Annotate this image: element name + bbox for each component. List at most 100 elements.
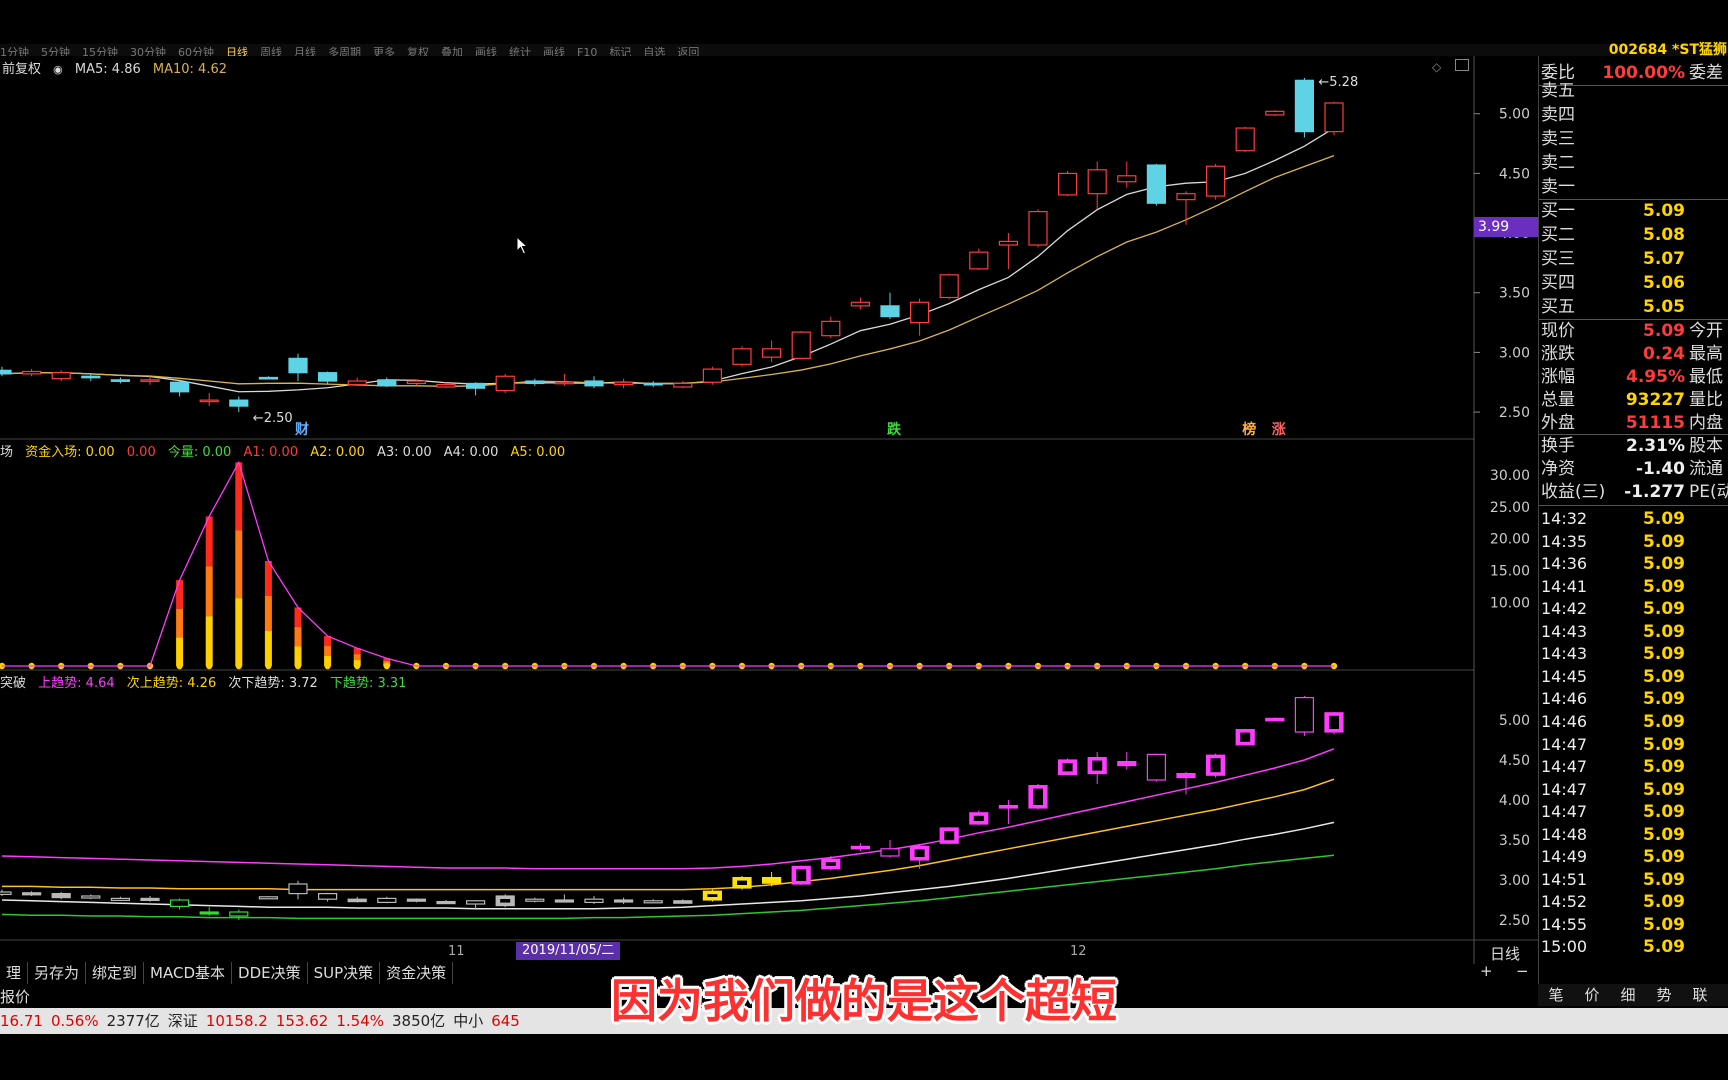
candle-body[interactable] [673, 382, 693, 388]
stock-code: 002684 *ST猛狮 [1608, 42, 1727, 58]
stats-row-2: 收益(三) -1.277 PE(动 [1539, 481, 1728, 503]
candle-body[interactable] [761, 348, 782, 358]
candle-body[interactable] [170, 381, 190, 393]
candle-body[interactable] [1057, 172, 1078, 196]
candle-body[interactable] [140, 379, 160, 382]
candle-body[interactable] [702, 368, 723, 383]
diamond-icon[interactable]: ◇ [1432, 60, 1441, 74]
trend-candle-body [406, 898, 426, 902]
toolbar-tool-0[interactable]: 复权 [407, 46, 429, 56]
candle-body[interactable] [1205, 165, 1226, 197]
toolbar-period-6[interactable]: 周线 [260, 46, 282, 56]
toolbar-tool-6[interactable]: 标记 [609, 46, 631, 56]
money-dot [383, 662, 390, 670]
candle-body[interactable] [732, 348, 752, 365]
candle-body[interactable] [613, 381, 634, 386]
event-marker[interactable]: 榜 [1242, 421, 1256, 438]
candle-body[interactable] [1028, 210, 1048, 246]
money-line [2, 460, 1334, 667]
trade-price: 5.09 [1643, 734, 1685, 755]
adjust-mode[interactable]: 前复权 [2, 62, 41, 77]
toolbar-period-0[interactable]: 1分钟 [0, 46, 29, 56]
toolbar-tool-1[interactable]: 叠加 [441, 46, 463, 56]
candle-body[interactable] [998, 240, 1019, 246]
candle-body[interactable] [969, 251, 989, 270]
candle-body[interactable] [436, 384, 456, 388]
down2-trend-label: 次下趋势: 3.72 [228, 676, 318, 691]
event-marker[interactable]: 财 [294, 421, 309, 438]
candle-body[interactable] [525, 380, 545, 385]
a2-label: A2: 0.00 [310, 445, 365, 460]
settings-icon[interactable]: ◉ [53, 63, 63, 76]
candle-body[interactable] [81, 375, 101, 379]
trend-candle-body [258, 896, 278, 900]
candle-body[interactable] [791, 331, 811, 359]
candle-body[interactable] [229, 399, 249, 407]
toolbar-tool-5[interactable]: F10 [577, 46, 597, 56]
toolbar-period-8[interactable]: 多周期 [328, 46, 361, 56]
toolbar-tool-2[interactable]: 画线 [475, 46, 497, 56]
quote-row-3: 总量 93227 量比 [1539, 389, 1728, 411]
candle-body[interactable] [880, 305, 900, 318]
candle-body[interactable] [110, 379, 131, 382]
candle-body[interactable] [466, 382, 486, 389]
toolbar-period-1[interactable]: 5分钟 [41, 46, 70, 56]
candle-body[interactable] [1176, 193, 1196, 201]
main-ytick: 3.50 [1499, 286, 1530, 302]
candle-body[interactable] [1294, 79, 1315, 133]
candle-body[interactable] [584, 380, 604, 387]
toolbar-tool-3[interactable]: 统计 [509, 46, 531, 56]
candle-body[interactable] [939, 274, 959, 299]
trade-price: 5.09 [1643, 531, 1685, 552]
candle-body[interactable] [347, 380, 367, 386]
quote-extra: 内盘 [1689, 413, 1723, 433]
toolbar-period-4[interactable]: 60分钟 [178, 46, 214, 56]
candle-body[interactable] [643, 382, 663, 386]
toolbar-period-7[interactable]: 月线 [294, 46, 316, 56]
kline-chart[interactable]: 5.00 4.50 4.00 3.50 3.00 2.50 ←5.28 ←2.50财 跌 榜涨 30… [0, 56, 1538, 964]
candle-body[interactable] [495, 375, 515, 392]
toolbar-period-3[interactable]: 30分钟 [130, 46, 166, 56]
toolbar-period-2[interactable]: 15分钟 [82, 46, 118, 56]
candle-body[interactable] [1235, 127, 1255, 152]
candle-body[interactable] [199, 399, 219, 403]
candle-body[interactable] [288, 357, 308, 374]
toolbar-tool-4[interactable]: 画线 [543, 46, 565, 56]
candle-body[interactable] [821, 320, 841, 337]
period-label[interactable]: 日线 [1490, 943, 1520, 964]
event-marker[interactable]: 跌 [887, 422, 902, 438]
candle-body[interactable] [909, 301, 930, 324]
layout-icon[interactable] [1455, 59, 1469, 71]
candle-body[interactable] [377, 379, 397, 387]
trade-time: 14:36 [1541, 554, 1588, 574]
toolbar-period-9[interactable]: 更多 [373, 46, 395, 56]
mouse-cursor-icon [516, 236, 529, 255]
candle-body[interactable] [258, 376, 278, 380]
candle-body[interactable] [554, 381, 575, 385]
candle-body[interactable] [22, 370, 42, 375]
candle-body[interactable] [318, 372, 338, 382]
today-vol-label: 今量: 0.00 [167, 445, 232, 460]
quote-label: 总量 [1541, 390, 1575, 410]
quote-label: 外盘 [1541, 413, 1575, 433]
trend-candle-body [140, 897, 160, 902]
trade-row: 14:47 5.09 [1539, 734, 1728, 756]
event-marker[interactable]: 涨 [1272, 422, 1286, 438]
quote-value: 93227 [1625, 390, 1685, 410]
candle-body[interactable] [406, 380, 426, 385]
candle-body[interactable] [1146, 164, 1167, 204]
candle-body[interactable] [0, 369, 12, 375]
trend-candle-body [1176, 772, 1196, 779]
candle-body[interactable] [1265, 110, 1285, 116]
toolbar-tool-7[interactable]: 自选 [643, 46, 665, 56]
candle-body[interactable] [850, 301, 871, 307]
toolbar-period-5[interactable]: 日线 [226, 46, 248, 56]
candle-body[interactable] [1324, 102, 1344, 133]
money-ytick: 20.00 [1490, 532, 1530, 548]
date-tag: 2019/11/05/二 [516, 942, 621, 960]
money-dot [294, 662, 302, 670]
candle-body[interactable] [1087, 169, 1107, 195]
candle-body[interactable] [51, 372, 71, 380]
toolbar-tool-8[interactable]: 返回 [677, 46, 699, 56]
candle-body[interactable] [1117, 175, 1137, 183]
